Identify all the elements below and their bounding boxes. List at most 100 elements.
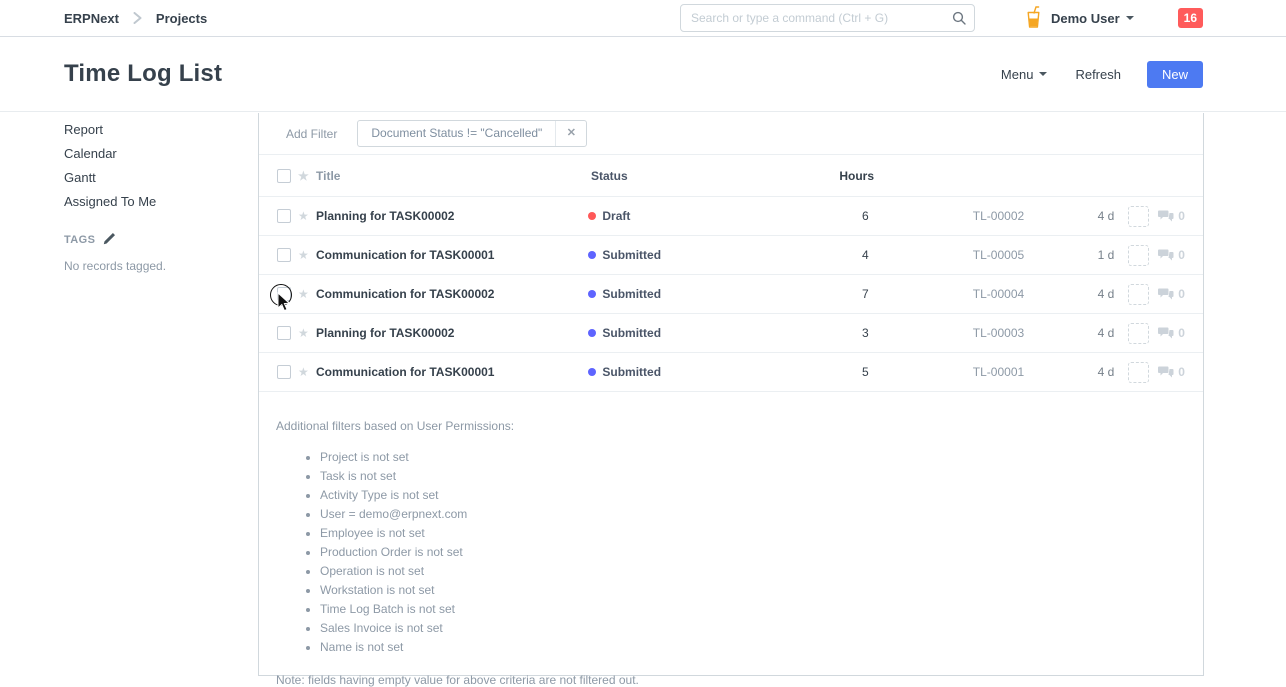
row-age: 1 d <box>1024 248 1114 262</box>
comment-icon <box>1158 210 1174 222</box>
comment-count: 0 <box>1158 326 1185 340</box>
chevron-down-icon <box>1126 16 1134 20</box>
tags-section-heading: TAGS <box>64 232 230 248</box>
filter-pill-label[interactable]: Document Status != "Cancelled" <box>358 121 555 146</box>
permission-item: Task is not set <box>320 469 1186 483</box>
menu-button[interactable]: Menu <box>1001 67 1048 82</box>
juice-cup-icon[interactable] <box>1026 6 1041 31</box>
list-panel: Add Filter Document Status != "Cancelled… <box>258 113 1204 676</box>
status-label: Submitted <box>602 248 661 262</box>
breadcrumb[interactable]: Projects <box>156 11 207 26</box>
row-checkbox[interactable] <box>277 365 291 379</box>
comment-icon <box>1158 288 1174 300</box>
tags-empty-message: No records tagged. <box>64 259 230 273</box>
refresh-button[interactable]: Refresh <box>1075 67 1121 82</box>
pencil-icon[interactable] <box>103 232 116 248</box>
comment-count-value: 0 <box>1178 248 1185 262</box>
star-icon[interactable]: ★ <box>298 210 316 222</box>
list-header-row: ★ Title Status Hours <box>259 155 1203 197</box>
row-checkbox[interactable] <box>277 209 291 223</box>
row-id: TL-00005 <box>869 248 1025 262</box>
row-checkbox[interactable] <box>277 248 291 262</box>
status-label: Submitted <box>602 365 661 379</box>
assign-placeholder[interactable] <box>1128 245 1149 266</box>
active-filter-pill[interactable]: Document Status != "Cancelled" ✕ <box>357 120 587 147</box>
page-head: Time Log List Menu Refresh New <box>0 37 1286 112</box>
table-row[interactable]: ★ Communication for TASK00001 Submitted … <box>259 236 1203 275</box>
row-hours: 3 <box>767 326 869 340</box>
permissions-list: Project is not set Task is not set Activ… <box>276 450 1186 654</box>
status-dot <box>588 368 596 376</box>
row-title-link[interactable]: Communication for TASK00002 <box>316 287 494 301</box>
sidebar-item-calendar[interactable]: Calendar <box>64 147 230 160</box>
comment-icon <box>1158 366 1174 378</box>
row-title-link[interactable]: Communication for TASK00001 <box>316 248 494 262</box>
row-age: 4 d <box>1024 326 1114 340</box>
comment-count: 0 <box>1158 287 1185 301</box>
status-label: Submitted <box>602 326 661 340</box>
row-title-link[interactable]: Planning for TASK00002 <box>316 209 454 223</box>
assign-placeholder[interactable] <box>1128 206 1149 227</box>
star-icon[interactable]: ★ <box>298 249 316 261</box>
table-row[interactable]: ★ Planning for TASK00002 Submitted 3 TL-… <box>259 314 1203 353</box>
global-search <box>680 4 975 32</box>
user-name[interactable]: Demo User <box>1051 11 1120 26</box>
row-hours: 5 <box>767 365 869 379</box>
table-row[interactable]: ★ Planning for TASK00002 Draft 6 TL-0000… <box>259 197 1203 236</box>
comment-icon <box>1158 327 1174 339</box>
row-age: 4 d <box>1024 209 1114 223</box>
row-title-link[interactable]: Communication for TASK00001 <box>316 365 494 379</box>
search-icon[interactable] <box>952 11 966 28</box>
new-button[interactable]: New <box>1147 61 1203 88</box>
user-menu[interactable]: Demo User <box>1026 6 1134 31</box>
row-title-link[interactable]: Planning for TASK00002 <box>316 326 454 340</box>
permissions-heading: Additional filters based on User Permiss… <box>276 419 1186 433</box>
comment-count-value: 0 <box>1178 287 1185 301</box>
status-dot <box>588 212 596 220</box>
row-checkbox[interactable] <box>277 326 291 340</box>
row-hours: 7 <box>767 287 869 301</box>
top-navbar: ERPNext Projects Demo User 16 <box>0 0 1286 37</box>
row-id: TL-00001 <box>869 365 1025 379</box>
permission-item: Employee is not set <box>320 526 1186 540</box>
column-hours[interactable]: Hours <box>771 169 874 183</box>
row-status: Draft <box>588 209 766 223</box>
permission-item: Name is not set <box>320 640 1186 654</box>
table-row[interactable]: ★ Communication for TASK00001 Submitted … <box>259 353 1203 392</box>
assign-placeholder[interactable] <box>1128 323 1149 344</box>
permission-item: Operation is not set <box>320 564 1186 578</box>
remove-filter-icon[interactable]: ✕ <box>555 121 586 146</box>
permissions-note: Additional filters based on User Permiss… <box>259 392 1203 687</box>
table-row[interactable]: ★ Communication for TASK00002 Submitted … <box>259 275 1203 314</box>
select-all-checkbox[interactable] <box>277 169 291 183</box>
row-checkbox[interactable] <box>277 287 291 301</box>
list-sidebar: Report Calendar Gantt Assigned To Me TAG… <box>64 123 230 273</box>
status-label: Submitted <box>602 287 661 301</box>
star-icon[interactable]: ★ <box>298 288 316 300</box>
sidebar-item-gantt[interactable]: Gantt <box>64 171 230 184</box>
sidebar-item-assigned-to-me[interactable]: Assigned To Me <box>64 195 230 208</box>
notification-badge[interactable]: 16 <box>1178 8 1203 28</box>
permission-item: Workstation is not set <box>320 583 1186 597</box>
sidebar-item-report[interactable]: Report <box>64 123 230 136</box>
comment-count-value: 0 <box>1178 209 1185 223</box>
comment-count-value: 0 <box>1178 365 1185 379</box>
star-icon[interactable]: ★ <box>298 366 316 378</box>
row-age: 4 d <box>1024 287 1114 301</box>
tags-label: TAGS <box>64 234 95 246</box>
search-input[interactable] <box>680 4 975 32</box>
row-hours: 6 <box>767 209 869 223</box>
star-icon: ★ <box>298 170 316 182</box>
chevron-right-icon <box>133 12 142 24</box>
add-filter-button[interactable]: Add Filter <box>286 127 337 141</box>
menu-button-label: Menu <box>1001 67 1034 82</box>
star-icon[interactable]: ★ <box>298 327 316 339</box>
row-age: 4 d <box>1024 365 1114 379</box>
column-title[interactable]: Title <box>316 169 591 183</box>
permission-item: Time Log Batch is not set <box>320 602 1186 616</box>
column-status[interactable]: Status <box>591 169 771 183</box>
permission-item: User = demo@erpnext.com <box>320 507 1186 521</box>
assign-placeholder[interactable] <box>1128 284 1149 305</box>
assign-placeholder[interactable] <box>1128 362 1149 383</box>
app-brand[interactable]: ERPNext <box>64 11 119 26</box>
